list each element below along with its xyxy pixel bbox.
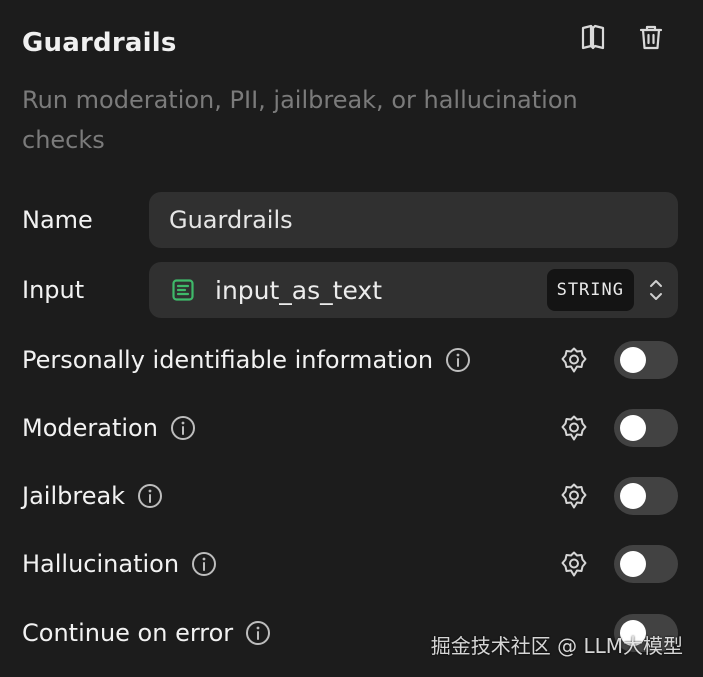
variable-icon xyxy=(171,278,195,302)
moderation-toggle[interactable] xyxy=(614,409,678,447)
info-icon[interactable] xyxy=(191,551,217,577)
type-badge: STRING xyxy=(546,269,634,311)
info-icon[interactable] xyxy=(445,347,471,373)
check-row-hallucination: Hallucination xyxy=(22,544,678,584)
hallucination-toggle[interactable] xyxy=(614,545,678,583)
name-field-row: Name Guardrails xyxy=(22,192,678,248)
gear-icon[interactable] xyxy=(560,346,588,374)
name-value: Guardrails xyxy=(169,206,293,234)
check-row-jailbreak: Jailbreak xyxy=(22,476,678,516)
chevron-up-down-icon[interactable] xyxy=(648,277,664,303)
input-select[interactable]: input_as_text STRING xyxy=(149,262,678,318)
gear-icon[interactable] xyxy=(560,550,588,578)
check-row-pii: Personally identifiable information xyxy=(22,340,678,380)
gear-icon[interactable] xyxy=(560,482,588,510)
check-label-jailbreak: Jailbreak xyxy=(22,482,126,510)
jailbreak-toggle[interactable] xyxy=(614,477,678,515)
name-label: Name xyxy=(22,206,93,234)
info-icon[interactable] xyxy=(170,415,196,441)
panel-title: Guardrails xyxy=(22,28,177,58)
watermark: 掘金技术社区 @ LLM大模型 xyxy=(430,634,683,658)
toggle-knob xyxy=(620,483,646,509)
toggle-knob xyxy=(620,551,646,577)
continue-on-error-label: Continue on error xyxy=(22,619,234,647)
check-label-moderation: Moderation xyxy=(22,414,158,442)
check-row-moderation: Moderation xyxy=(22,408,678,448)
check-label-pii: Personally identifiable information xyxy=(22,346,434,374)
input-value: input_as_text xyxy=(215,275,382,305)
info-icon[interactable] xyxy=(245,620,271,646)
toggle-knob xyxy=(620,415,646,441)
header-actions xyxy=(579,22,665,52)
check-label-hallucination: Hallucination xyxy=(22,550,180,578)
info-icon[interactable] xyxy=(137,483,163,509)
panel-description: Run moderation, PII, jailbreak, or hallu… xyxy=(22,86,578,154)
pii-toggle[interactable] xyxy=(614,341,678,379)
guardrails-panel: Guardrails Run moderation, PII, jailbrea… xyxy=(0,0,703,677)
input-label: Input xyxy=(22,276,85,304)
toggle-knob xyxy=(620,347,646,373)
trash-icon[interactable] xyxy=(637,22,665,52)
gear-icon[interactable] xyxy=(560,414,588,442)
input-field-row: Input input_as_text STRING xyxy=(22,262,678,318)
name-input[interactable]: Guardrails xyxy=(149,192,678,248)
book-icon[interactable] xyxy=(579,22,607,52)
